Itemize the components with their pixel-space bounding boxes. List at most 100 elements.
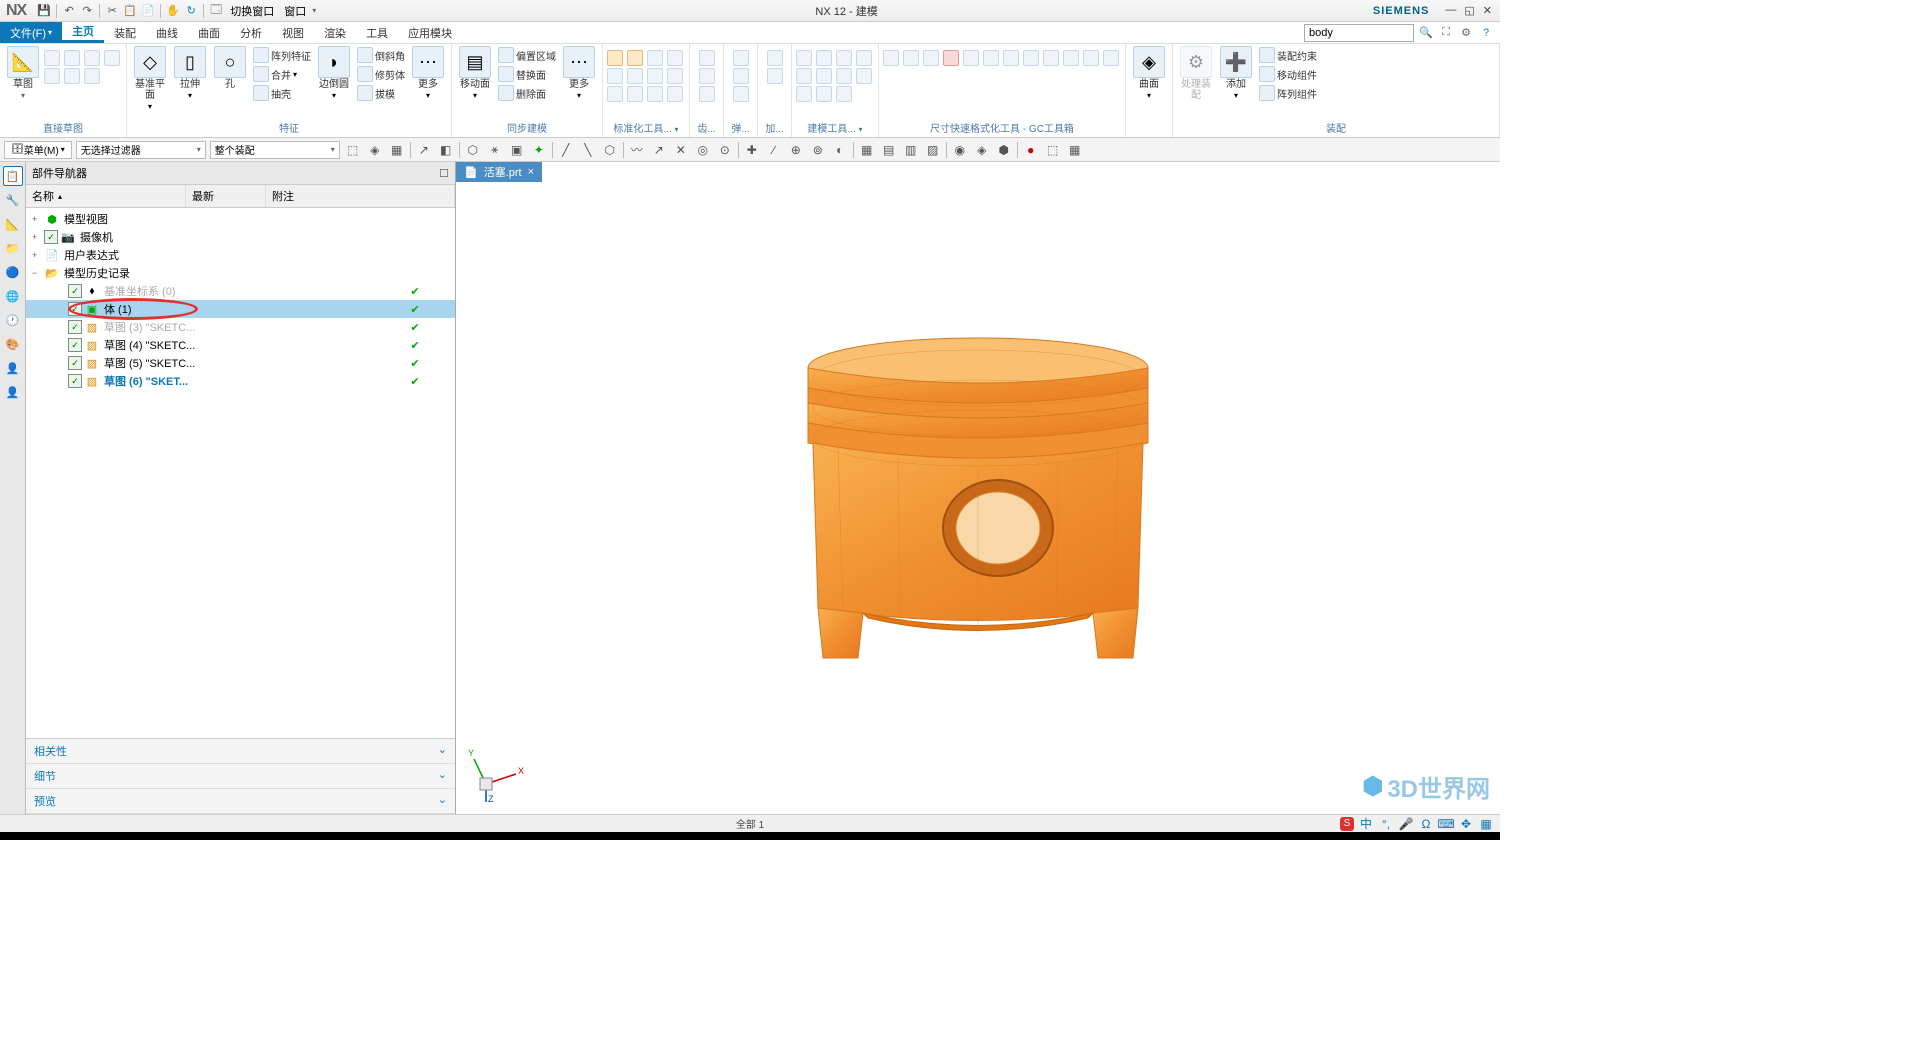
section-preview[interactable]: 预览⌄: [26, 789, 455, 814]
menu-button[interactable]: 🗄 菜单(M) ▾: [4, 141, 72, 159]
tab-curve[interactable]: 曲线: [146, 22, 188, 43]
ime-mic-icon[interactable]: 🎤: [1398, 816, 1414, 832]
save-icon[interactable]: 💾: [36, 3, 52, 19]
gc-icon[interactable]: [963, 50, 979, 66]
search-icon[interactable]: 🔍: [1418, 25, 1434, 41]
constraint-navigator-button[interactable]: 📐: [3, 214, 23, 234]
mt-icon[interactable]: [836, 50, 852, 66]
fb-icon[interactable]: ▣: [508, 141, 526, 159]
spring-icon[interactable]: [733, 50, 749, 66]
std-icon[interactable]: [647, 86, 663, 102]
fb-icon[interactable]: ▥: [902, 141, 920, 159]
document-tab[interactable]: 📄 活塞.prt ×: [456, 162, 542, 182]
section-detail[interactable]: 细节⌄: [26, 764, 455, 789]
undo-icon[interactable]: ↶: [61, 3, 77, 19]
mt-icon[interactable]: [816, 50, 832, 66]
tab-app[interactable]: 应用模块: [398, 22, 462, 43]
fb-icon[interactable]: ●: [1022, 141, 1040, 159]
mt-icon[interactable]: [836, 68, 852, 84]
view-triad[interactable]: X Y Z: [466, 744, 526, 804]
gc-icon[interactable]: [923, 50, 939, 66]
draft-button[interactable]: 拔模: [355, 84, 407, 102]
fb-icon[interactable]: ╲: [579, 141, 597, 159]
selection-filter-combo[interactable]: 无选择过滤器▾: [76, 141, 206, 159]
switch-window-button[interactable]: 切换窗口: [226, 3, 278, 19]
col-note[interactable]: 附注: [266, 185, 455, 207]
std-icon[interactable]: [627, 86, 643, 102]
part-navigator-button[interactable]: 📋: [3, 166, 23, 186]
fb-icon[interactable]: ↗: [650, 141, 668, 159]
roles-button[interactable]: 👤: [3, 358, 23, 378]
mt-icon[interactable]: [816, 68, 832, 84]
spring-icon[interactable]: [733, 86, 749, 102]
gear-icon[interactable]: [699, 68, 715, 84]
gc-icon[interactable]: [1083, 50, 1099, 66]
touch-icon[interactable]: ✋: [165, 3, 181, 19]
fb-icon[interactable]: ⊕: [787, 141, 805, 159]
fb-icon[interactable]: 〰: [628, 141, 646, 159]
fb-icon[interactable]: ⬡: [601, 141, 619, 159]
help-icon[interactable]: ?: [1478, 25, 1494, 41]
settings-icon[interactable]: ⚙: [1458, 25, 1474, 41]
sync-more-button[interactable]: ⋯更多▾: [560, 46, 598, 100]
gc-icon[interactable]: [883, 50, 899, 66]
doc-tab-close-icon[interactable]: ×: [528, 166, 534, 178]
tree-item[interactable]: +✓📷摄像机: [26, 228, 455, 246]
fb-icon[interactable]: ⬢: [995, 141, 1013, 159]
mt-icon[interactable]: [856, 50, 872, 66]
gear-icon[interactable]: [699, 86, 715, 102]
std-icon[interactable]: [667, 50, 683, 66]
circle-icon[interactable]: [64, 68, 80, 84]
std-icon[interactable]: [607, 50, 623, 66]
mt-icon[interactable]: [796, 86, 812, 102]
fb-icon[interactable]: ◧: [437, 141, 455, 159]
checkbox-icon[interactable]: ✓: [68, 356, 82, 370]
navigator-close-icon[interactable]: ☐: [439, 167, 449, 180]
gc-icon[interactable]: [1023, 50, 1039, 66]
chamfer-button[interactable]: 倒斜角: [355, 46, 407, 64]
tab-tools[interactable]: 工具: [356, 22, 398, 43]
surface-button[interactable]: ◈曲面▾: [1130, 46, 1168, 100]
std-icon[interactable]: [627, 50, 643, 66]
tree-item[interactable]: ✓▨草图 (5) "SKETC...✔: [26, 354, 455, 372]
pattern-component-button[interactable]: 阵列组件: [1257, 84, 1319, 102]
browser-button[interactable]: 🌐: [3, 286, 23, 306]
sketch-button[interactable]: 📐 草图 ▾: [4, 46, 42, 100]
user-button[interactable]: 👤: [3, 382, 23, 402]
add-component-button[interactable]: ➕添加▾: [1217, 46, 1255, 100]
std-icon[interactable]: [667, 68, 683, 84]
reuse-library-button[interactable]: 📁: [3, 238, 23, 258]
edge-blend-button[interactable]: ◗边倒圆▾: [315, 46, 353, 100]
tree-item[interactable]: +📄用户表达式: [26, 246, 455, 264]
fb-icon[interactable]: ⬡: [464, 141, 482, 159]
fb-icon[interactable]: ▨: [924, 141, 942, 159]
std-icon[interactable]: [667, 86, 683, 102]
shell-button[interactable]: 抽壳: [251, 84, 313, 102]
fb-icon[interactable]: ▦: [388, 141, 406, 159]
ime-grid-icon[interactable]: ▦: [1478, 816, 1494, 832]
tree-item[interactable]: −📂模型历史记录: [26, 264, 455, 282]
fb-icon[interactable]: ◈: [366, 141, 384, 159]
tree-item[interactable]: ✓⬧基准坐标系 (0)✔: [26, 282, 455, 300]
std-icon[interactable]: [627, 68, 643, 84]
fb-icon[interactable]: ◉: [951, 141, 969, 159]
checkbox-icon[interactable]: ✓: [68, 302, 82, 316]
tab-home[interactable]: 主页: [62, 22, 104, 43]
checkbox-icon[interactable]: ✓: [68, 320, 82, 334]
gc-icon[interactable]: [983, 50, 999, 66]
extrude-button[interactable]: ▯拉伸▾: [171, 46, 209, 100]
file-tab[interactable]: 文件(F) ▾: [0, 22, 62, 43]
delete-face-button[interactable]: 删除面: [496, 84, 558, 102]
assembly-navigator-button[interactable]: 🔧: [3, 190, 23, 210]
mt-icon[interactable]: [796, 50, 812, 66]
tree-item[interactable]: ✓▨草图 (6) "SKET...✔: [26, 372, 455, 390]
scope-filter-combo[interactable]: 整个装配▾: [210, 141, 340, 159]
fb-icon[interactable]: ✦: [530, 141, 548, 159]
checkbox-icon[interactable]: ✓: [68, 284, 82, 298]
window-icon[interactable]: 🗔: [208, 3, 224, 19]
plus-icon[interactable]: [84, 68, 100, 84]
fb-icon[interactable]: ╱: [557, 141, 575, 159]
fb-icon[interactable]: ✕: [672, 141, 690, 159]
spring-icon[interactable]: [733, 68, 749, 84]
std-icon[interactable]: [607, 86, 623, 102]
